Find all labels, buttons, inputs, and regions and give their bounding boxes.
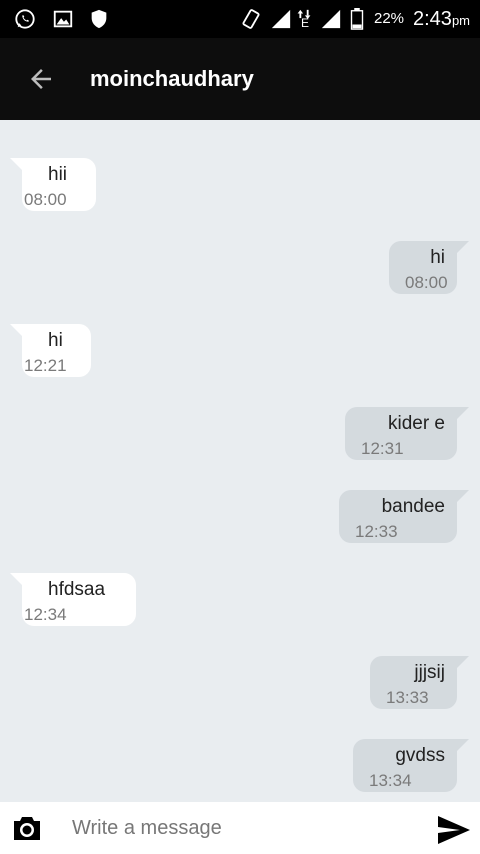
message-time: 08:00 — [24, 190, 67, 209]
bubble-tail — [10, 573, 24, 587]
conversation-title[interactable]: moinchaudhary — [90, 66, 254, 92]
signal-icon — [321, 9, 341, 29]
message-incoming: hii 08:00 — [10, 158, 96, 211]
message-time: 12:21 — [24, 356, 67, 375]
message-outgoing: gvdss 13:34 — [353, 739, 469, 792]
clock: 2:43pm — [413, 8, 470, 31]
message-incoming: hi 12:21 — [10, 324, 91, 377]
message-time: 13:34 — [369, 771, 412, 790]
clock-time: 2:43 — [413, 8, 452, 30]
message-text: hfdsaa — [48, 579, 106, 600]
bubble-tail — [10, 158, 24, 172]
bubble-tail — [455, 241, 469, 255]
signal-icon — [271, 9, 291, 29]
message-time: 12:34 — [24, 605, 67, 624]
image-icon — [53, 10, 73, 28]
bubble-tail — [455, 490, 469, 504]
message-time: 13:33 — [386, 688, 429, 707]
message-outgoing: jjjsij 13:33 — [370, 656, 469, 709]
message-composer — [0, 802, 480, 854]
message-text: hii — [48, 164, 68, 185]
status-bar: E 22% 2:43pm — [0, 0, 480, 38]
whatsapp-icon — [15, 9, 35, 29]
camera-icon[interactable] — [12, 814, 42, 842]
message-input[interactable] — [60, 810, 420, 846]
send-icon[interactable] — [436, 814, 472, 846]
message-outgoing: hi 08:00 — [389, 241, 469, 294]
bubble-tail — [455, 656, 469, 670]
message-outgoing: bandee 12:33 — [339, 490, 469, 543]
message-text: hi — [430, 247, 445, 268]
bubble-tail — [455, 407, 469, 421]
message-incoming: hfdsaa 12:34 — [10, 573, 136, 626]
app-bar: moinchaudhary — [0, 38, 480, 120]
message-text: gvdss — [395, 745, 445, 766]
message-text: kider e — [387, 413, 445, 434]
battery-percent: 22% — [374, 10, 405, 27]
shield-icon — [91, 9, 107, 29]
message-time: 08:00 — [405, 273, 448, 292]
vibrate-icon — [242, 9, 260, 29]
network-type: E — [301, 16, 310, 30]
bubble-tail — [455, 739, 469, 753]
message-list[interactable]: hii 08:00 hi 08:00 hi 12:21 kider e 12:3… — [0, 120, 480, 802]
battery-icon — [350, 8, 364, 30]
message-outgoing: kider e 12:31 — [345, 407, 469, 460]
message-text: jjjsij — [414, 662, 445, 683]
arrow-back-icon[interactable] — [26, 64, 56, 94]
clock-suffix: pm — [451, 13, 470, 28]
message-time: 12:33 — [355, 522, 398, 541]
message-time: 12:31 — [361, 439, 404, 458]
bubble-tail — [10, 324, 24, 338]
message-text: hi — [48, 330, 63, 351]
message-text: bandee — [381, 496, 445, 517]
